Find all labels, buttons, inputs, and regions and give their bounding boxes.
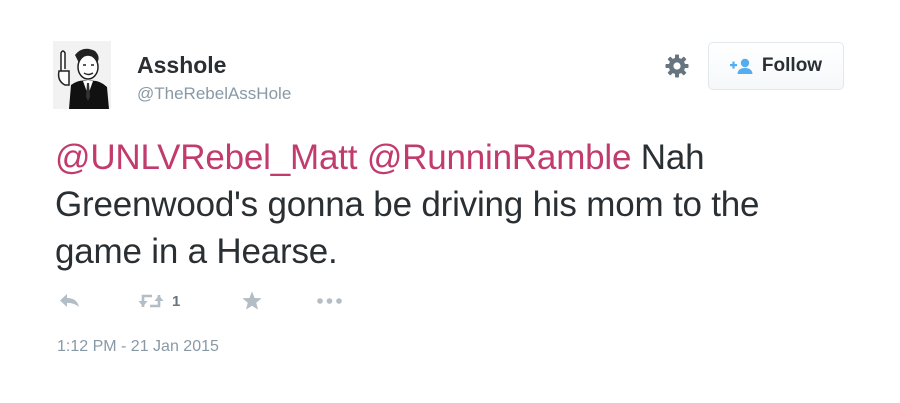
reply-icon xyxy=(60,294,79,307)
user-display-name[interactable]: Asshole xyxy=(137,52,226,79)
vintage-businessman-avatar-icon xyxy=(53,41,111,109)
reply-button[interactable] xyxy=(58,290,82,312)
mention-link[interactable]: @RunninRamble xyxy=(367,138,632,177)
tweet-text: @UNLVRebel_Matt @RunninRamble Nah Greenw… xyxy=(55,134,855,275)
retweet-count: 1 xyxy=(172,292,181,310)
star-icon xyxy=(242,291,262,310)
follow-button[interactable]: Follow xyxy=(708,42,844,90)
more-icon xyxy=(317,298,342,304)
retweet-icon xyxy=(138,294,164,308)
gear-icon[interactable] xyxy=(664,53,690,79)
tweet-card: Asshole @TheRebelAssHole Follow @UNLVReb… xyxy=(0,0,900,403)
retweet-button[interactable]: 1 xyxy=(138,290,180,312)
user-avatar[interactable] xyxy=(53,41,111,109)
add-user-icon xyxy=(729,58,753,74)
follow-button-label: Follow xyxy=(761,55,823,76)
user-handle[interactable]: @TheRebelAssHole xyxy=(137,84,291,104)
favorite-button[interactable] xyxy=(241,290,263,312)
mention-link[interactable]: @UNLVRebel_Matt xyxy=(55,138,357,177)
tweet-timestamp[interactable]: 1:12 PM - 21 Jan 2015 xyxy=(57,338,219,356)
more-button[interactable] xyxy=(316,290,346,312)
